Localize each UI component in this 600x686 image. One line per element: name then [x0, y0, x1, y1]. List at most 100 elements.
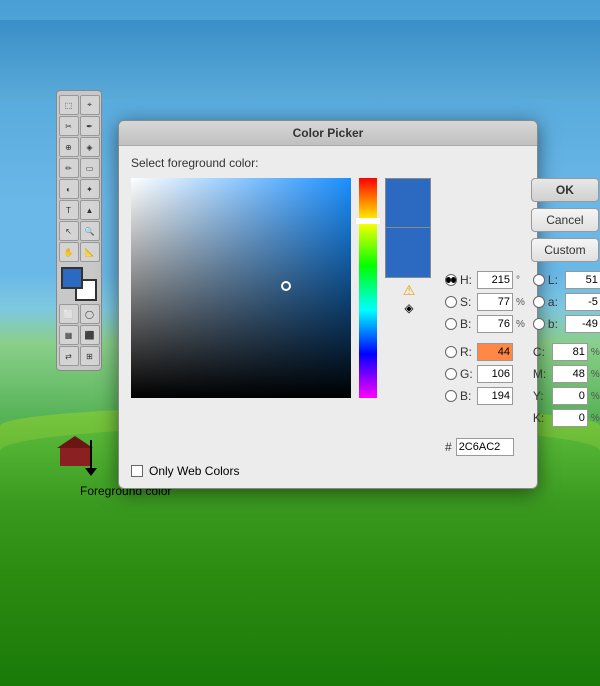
- a-radio[interactable]: [533, 296, 545, 308]
- tool-extra1[interactable]: ⇄: [59, 346, 79, 366]
- hue-slider[interactable]: [359, 178, 377, 398]
- y-input[interactable]: [552, 387, 588, 405]
- a-row: a:: [533, 292, 600, 312]
- h-unit: °: [516, 275, 520, 286]
- g-radio[interactable]: [445, 368, 457, 380]
- b2-input[interactable]: [477, 387, 513, 405]
- l-row: L:: [533, 270, 600, 290]
- g-input[interactable]: [477, 365, 513, 383]
- b-row: B: %: [445, 314, 525, 334]
- s-radio[interactable]: [445, 296, 457, 308]
- tool-row-3: ⊕ ◈: [59, 137, 100, 157]
- k-label: K:: [533, 411, 549, 425]
- tool-heal[interactable]: ⊕: [59, 137, 79, 157]
- k-input[interactable]: [552, 409, 588, 427]
- color-preview-new: [385, 178, 431, 228]
- hex-hash: #: [445, 440, 452, 454]
- dialog-title: Color Picker: [119, 121, 537, 146]
- web-colors-checkbox[interactable]: [131, 465, 143, 477]
- tool-hand[interactable]: ✋: [59, 242, 79, 262]
- tool-row-2: ✂ ✒: [59, 116, 100, 136]
- values-section: H: ° S: %: [445, 270, 600, 428]
- tool-measure[interactable]: 📐: [80, 242, 100, 262]
- tool-dodge[interactable]: ◐: [59, 179, 79, 199]
- l-radio[interactable]: [533, 274, 545, 286]
- ok-button[interactable]: OK: [531, 178, 599, 202]
- blab-row: b:: [533, 314, 600, 334]
- b-unit: %: [516, 319, 525, 330]
- gamut-warning-icon[interactable]: ⚠: [385, 282, 433, 299]
- h-input[interactable]: [477, 271, 513, 289]
- s-row: S: %: [445, 292, 525, 312]
- tool-pen[interactable]: ✦: [80, 179, 100, 199]
- tool-mode1[interactable]: ⬜: [59, 304, 79, 324]
- web-color-icon[interactable]: ◈: [385, 301, 433, 315]
- tool-row-view: ▦ ⬛: [59, 325, 100, 345]
- b2-row: B:: [445, 386, 525, 406]
- tool-select[interactable]: ↖: [59, 221, 79, 241]
- g-label: G:: [460, 367, 474, 381]
- color-swatches: [61, 267, 97, 301]
- b-label: B:: [460, 317, 474, 331]
- r-input[interactable]: [477, 343, 513, 361]
- color-field-gradient[interactable]: [131, 178, 351, 398]
- custom-button[interactable]: Custom: [531, 238, 599, 262]
- s-unit: %: [516, 297, 525, 308]
- c-unit: %: [591, 347, 600, 358]
- tool-zoom[interactable]: 🔍: [80, 221, 100, 241]
- h-radio[interactable]: [445, 274, 457, 286]
- tool-text[interactable]: T: [59, 200, 79, 220]
- tool-row-7: ↖ 🔍: [59, 221, 100, 241]
- m-row: M: %: [533, 364, 600, 384]
- l-input[interactable]: [565, 271, 600, 289]
- tool-crop[interactable]: ✂: [59, 116, 79, 136]
- k-unit: %: [591, 413, 600, 424]
- blab-label: b:: [548, 317, 562, 331]
- tool-view1[interactable]: ▦: [59, 325, 79, 345]
- lab-cmyk-values: L: a: b:: [533, 270, 600, 428]
- a-input[interactable]: [565, 293, 600, 311]
- color-gradient-field[interactable]: [131, 178, 351, 398]
- foreground-color-swatch[interactable]: [61, 267, 83, 289]
- r-radio[interactable]: [445, 346, 457, 358]
- tool-extra2[interactable]: ⊞: [80, 346, 100, 366]
- cancel-button[interactable]: Cancel: [531, 208, 599, 232]
- tool-brush[interactable]: ✏: [59, 158, 79, 178]
- a-label: a:: [548, 295, 562, 309]
- blab-input[interactable]: [565, 315, 600, 333]
- b-radio[interactable]: [445, 318, 457, 330]
- hex-input[interactable]: [456, 438, 514, 456]
- tool-view2[interactable]: ⬛: [80, 325, 100, 345]
- tool-shape[interactable]: ▲: [80, 200, 100, 220]
- h-row: H: °: [445, 270, 525, 290]
- tool-lasso[interactable]: ⌖: [80, 95, 100, 115]
- b2-radio[interactable]: [445, 390, 457, 402]
- hsb-rgb-values: H: ° S: %: [445, 270, 525, 428]
- r-label: R:: [460, 345, 474, 359]
- m-input[interactable]: [552, 365, 588, 383]
- r-row: R:: [445, 342, 525, 362]
- tool-marquee[interactable]: ⬚: [59, 95, 79, 115]
- tool-eyedrop[interactable]: ✒: [80, 116, 100, 136]
- web-colors-label: Only Web Colors: [149, 464, 239, 478]
- c-row: C: %: [533, 342, 600, 362]
- c-input[interactable]: [552, 343, 588, 361]
- tool-mode2[interactable]: ◯: [80, 304, 100, 324]
- tool-row-6: T ▲: [59, 200, 100, 220]
- y-label: Y:: [533, 389, 549, 403]
- s-input[interactable]: [477, 293, 513, 311]
- tool-eraser[interactable]: ▭: [80, 158, 100, 178]
- h-label: H:: [460, 273, 474, 287]
- tool-row: ⬚ ⌖: [59, 95, 100, 115]
- color-cursor: [281, 281, 291, 291]
- tool-row-extra: ⇄ ⊞: [59, 346, 100, 366]
- toolbar: ⬚ ⌖ ✂ ✒ ⊕ ◈ ✏ ▭ ◐ ✦ T ▲ ↖ 🔍 ✋ 📐 ⬜ ◯ ▦ ⬛: [56, 90, 102, 371]
- y-unit: %: [591, 391, 600, 402]
- hue-gradient[interactable]: [359, 178, 377, 398]
- tool-row-5: ◐ ✦: [59, 179, 100, 199]
- sky: [0, 20, 600, 100]
- dialog-buttons: OK Cancel Custom: [531, 178, 600, 262]
- tool-stamp[interactable]: ◈: [80, 137, 100, 157]
- blab-radio[interactable]: [533, 318, 545, 330]
- b-input[interactable]: [477, 315, 513, 333]
